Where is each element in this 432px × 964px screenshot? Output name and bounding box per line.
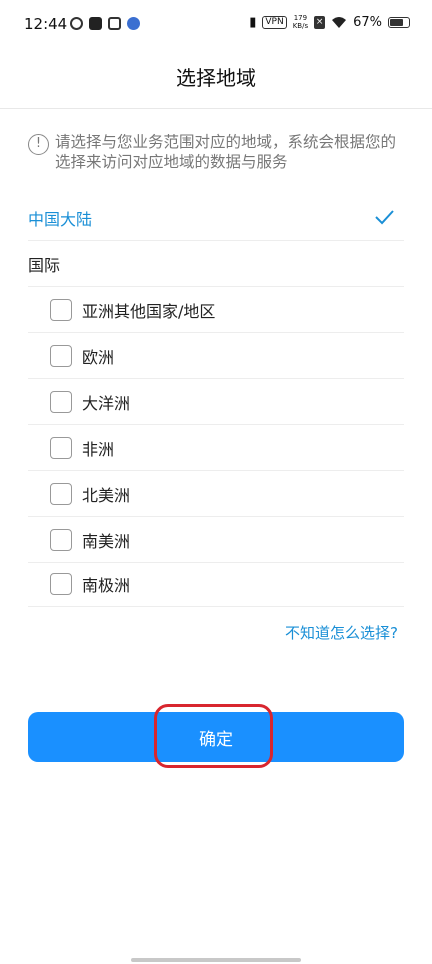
speed-unit: KB/s [292,22,309,30]
network-speed: 179 KB/s [293,14,308,30]
region-mainland-label: 中国大陆 [28,209,93,229]
region-mainland[interactable]: 中国大陆 [28,195,404,241]
checkbox[interactable] [50,390,72,413]
vpn-badge: VPN [262,15,287,29]
help-link[interactable]: 不知道怎么选择? [285,622,398,643]
app-notification-icon [108,17,121,30]
status-right: ▮ VPN 179 KB/s × 67% [249,14,410,30]
sub-region-label: 非洲 [82,439,115,459]
battery-percent: 67% [353,14,382,30]
sub-region-label: 北美洲 [82,485,131,505]
sub-region-north-america[interactable]: 北美洲 [28,471,404,517]
notification-icons [70,17,140,30]
notice-text: 请选择与您业务范围对应的地域，系统会根据您的选择来访问对应地域的数据与服务 [55,133,397,171]
region-international[interactable]: 国际 [28,241,404,287]
divider [0,108,432,109]
sim-off-icon: × [314,15,326,29]
checkbox[interactable] [50,344,72,367]
checkbox[interactable] [50,572,72,595]
sub-region-label: 南极洲 [82,575,131,595]
status-bar: 12:44 ▮ VPN 179 KB/s × 67% [0,0,432,50]
region-international-label: 国际 [28,255,61,275]
checkbox[interactable] [50,298,72,321]
sub-region-label: 南美洲 [82,531,131,551]
sub-region-label: 大洋洲 [82,393,131,413]
info-icon: ! [28,134,49,155]
sub-region-south-america[interactable]: 南美洲 [28,517,404,563]
checkbox[interactable] [50,528,72,551]
confirm-button[interactable]: 确定 [28,712,404,762]
confirm-button-label: 确定 [199,729,233,750]
page-title: 选择地域 [176,66,256,90]
speed-value: 179 [293,14,308,22]
app-notification-icon [70,17,83,30]
battery-icon [388,16,410,28]
home-indicator[interactable] [131,958,301,962]
check-icon [375,210,394,225]
sub-region-label: 亚洲其他国家/地区 [82,301,216,321]
sub-region-label: 欧洲 [82,347,115,367]
sub-region-europe[interactable]: 欧洲 [28,333,404,379]
sub-region-oceania[interactable]: 大洋洲 [28,379,404,425]
sub-region-antarctica[interactable]: 南极洲 [28,561,404,607]
vibrate-icon: ▮ [249,14,257,30]
sub-region-asia[interactable]: 亚洲其他国家/地区 [28,287,404,333]
notice: ! 请选择与您业务范围对应的地域，系统会根据您的选择来访问对应地域的数据与服务 [28,132,404,172]
app-notification-icon [127,17,140,30]
checkbox[interactable] [50,482,72,505]
status-time: 12:44 [24,15,68,33]
app-notification-icon [89,17,102,30]
wifi-icon [332,16,347,28]
checkbox[interactable] [50,436,72,459]
sub-region-africa[interactable]: 非洲 [28,425,404,471]
